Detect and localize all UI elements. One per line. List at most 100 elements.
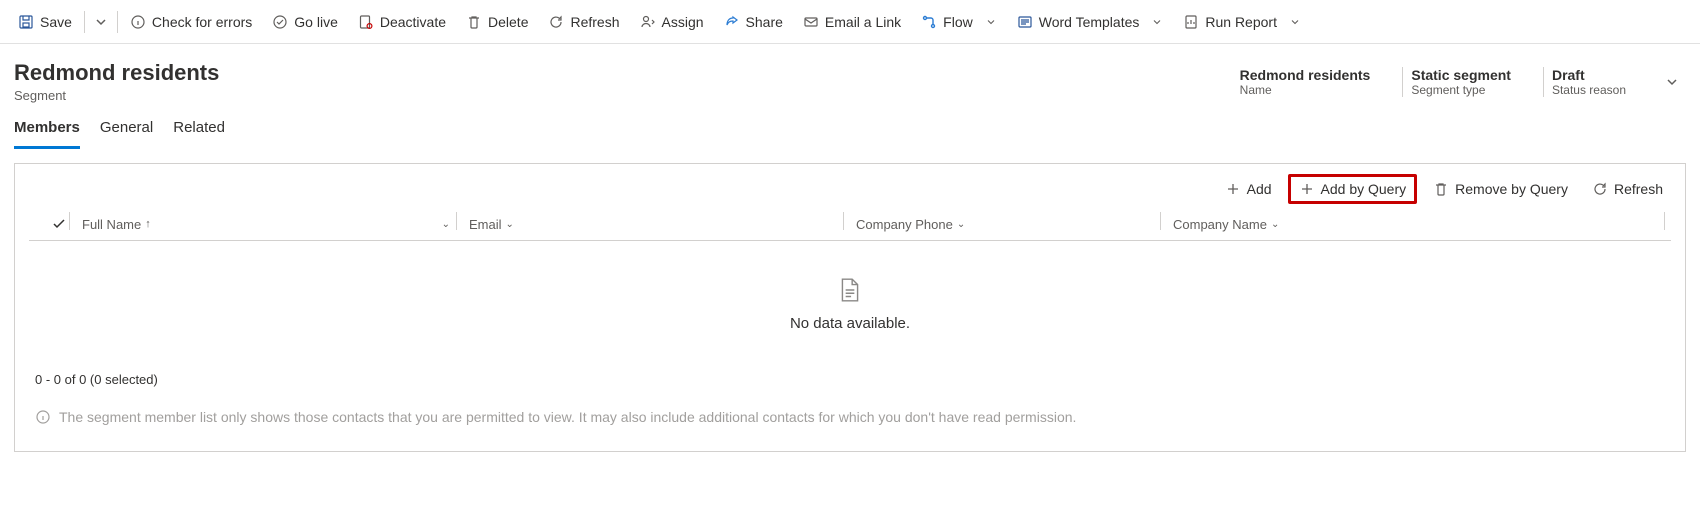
- chevron-down-icon: ⌄: [1271, 219, 1279, 230]
- refresh-button[interactable]: Refresh: [538, 4, 629, 40]
- column-full-name-label: Full Name: [82, 217, 141, 232]
- checkmark-icon: [51, 216, 67, 232]
- empty-text: No data available.: [790, 315, 910, 332]
- plus-icon: [1299, 181, 1315, 197]
- refresh-subgrid-button[interactable]: Refresh: [1584, 176, 1671, 202]
- add-by-query-label: Add by Query: [1321, 181, 1407, 197]
- chevron-down-icon: ⌄: [442, 219, 450, 230]
- flow-icon: [921, 14, 937, 30]
- deactivate-label: Deactivate: [380, 14, 446, 30]
- header-field-status-reason-value: Draft: [1552, 67, 1626, 83]
- delete-label: Delete: [488, 14, 528, 30]
- save-icon: [18, 14, 34, 30]
- flow-label: Flow: [943, 14, 973, 30]
- column-separator: [456, 212, 457, 230]
- word-templates-button[interactable]: Word Templates: [1007, 4, 1174, 40]
- info-icon: [35, 409, 51, 425]
- header-field-segment-type-label: Segment type: [1411, 83, 1511, 97]
- document-icon: [839, 277, 861, 303]
- refresh-label: Refresh: [570, 14, 619, 30]
- sort-ascending-icon: ↑: [145, 218, 151, 230]
- header-field-segment-type: Static segment Segment type: [1402, 67, 1525, 97]
- run-report-button[interactable]: Run Report: [1173, 4, 1311, 40]
- chevron-down-icon: [985, 16, 997, 28]
- info-icon: [130, 14, 146, 30]
- subgrid-toolbar: Add Add by Query Remove by Query Refresh: [15, 164, 1685, 212]
- column-separator: [69, 212, 70, 230]
- grid-info-note: The segment member list only shows those…: [15, 395, 1685, 451]
- go-live-button[interactable]: Go live: [262, 4, 348, 40]
- column-company-name-label: Company Name: [1173, 217, 1267, 232]
- check-errors-label: Check for errors: [152, 14, 252, 30]
- report-icon: [1183, 14, 1199, 30]
- separator: [117, 11, 118, 33]
- select-all-column[interactable]: [29, 212, 69, 236]
- refresh-subgrid-label: Refresh: [1614, 181, 1663, 197]
- chevron-down-icon: [1664, 74, 1680, 90]
- share-icon: [724, 14, 740, 30]
- deactivate-button[interactable]: Deactivate: [348, 4, 456, 40]
- assign-label: Assign: [662, 14, 704, 30]
- header-expand-chevron[interactable]: [1658, 68, 1686, 96]
- header-field-name-label: Name: [1240, 83, 1371, 97]
- assign-button[interactable]: Assign: [630, 4, 714, 40]
- go-live-label: Go live: [294, 14, 338, 30]
- word-icon: [1017, 14, 1033, 30]
- separator: [84, 11, 85, 33]
- refresh-icon: [548, 14, 564, 30]
- trash-icon: [466, 14, 482, 30]
- share-button[interactable]: Share: [714, 4, 793, 40]
- grid-header-row: Full Name ↑ ⌄ Email ⌄ Company Phone ⌄ Co…: [29, 212, 1671, 241]
- run-report-label: Run Report: [1205, 14, 1277, 30]
- check-circle-icon: [272, 14, 288, 30]
- deactivate-icon: [358, 14, 374, 30]
- tab-general[interactable]: General: [100, 111, 153, 149]
- remove-by-query-button[interactable]: Remove by Query: [1425, 176, 1576, 202]
- add-by-query-button[interactable]: Add by Query: [1288, 174, 1418, 204]
- header-field-status-reason-label: Status reason: [1552, 83, 1626, 97]
- remove-by-query-label: Remove by Query: [1455, 181, 1568, 197]
- column-full-name[interactable]: Full Name ↑ ⌄: [76, 212, 456, 236]
- header-field-name: Redmond residents Name: [1232, 67, 1385, 97]
- chevron-down-icon: [1289, 16, 1301, 28]
- save-split-chevron[interactable]: [87, 4, 115, 40]
- form-tabs: Members General Related: [0, 111, 1700, 149]
- tab-related[interactable]: Related: [173, 111, 225, 149]
- add-button[interactable]: Add: [1217, 176, 1280, 202]
- chevron-down-icon: [93, 14, 109, 30]
- save-label: Save: [40, 14, 72, 30]
- email-icon: [803, 14, 819, 30]
- grid-footer: 0 - 0 of 0 (0 selected): [15, 350, 1685, 395]
- column-company-phone[interactable]: Company Phone ⌄: [850, 212, 1160, 236]
- email-link-button[interactable]: Email a Link: [793, 4, 911, 40]
- column-separator: [1160, 212, 1161, 230]
- word-templates-label: Word Templates: [1039, 14, 1140, 30]
- members-grid: Add Add by Query Remove by Query Refresh…: [14, 163, 1686, 452]
- save-button[interactable]: Save: [8, 4, 82, 40]
- column-email-label: Email: [469, 217, 502, 232]
- header-field-status-reason: Draft Status reason: [1543, 67, 1640, 97]
- column-email[interactable]: Email ⌄: [463, 212, 843, 236]
- column-company-name[interactable]: Company Name ⌄: [1167, 212, 1664, 236]
- refresh-icon: [1592, 181, 1608, 197]
- chevron-down-icon: ⌄: [506, 219, 514, 230]
- header-field-segment-type-value: Static segment: [1411, 67, 1511, 83]
- chevron-down-icon: [1151, 16, 1163, 28]
- grid-info-text: The segment member list only shows those…: [59, 409, 1076, 425]
- share-label: Share: [746, 14, 783, 30]
- plus-icon: [1225, 181, 1241, 197]
- delete-button[interactable]: Delete: [456, 4, 538, 40]
- record-header: Redmond residents Segment Redmond reside…: [0, 44, 1700, 111]
- empty-state: No data available.: [15, 241, 1685, 350]
- column-company-phone-label: Company Phone: [856, 217, 953, 232]
- column-separator: [843, 212, 844, 230]
- assign-icon: [640, 14, 656, 30]
- check-errors-button[interactable]: Check for errors: [120, 4, 262, 40]
- add-label: Add: [1247, 181, 1272, 197]
- page-title: Redmond residents: [14, 60, 219, 86]
- column-separator: [1664, 212, 1665, 230]
- flow-button[interactable]: Flow: [911, 4, 1007, 40]
- tab-members[interactable]: Members: [14, 111, 80, 149]
- email-link-label: Email a Link: [825, 14, 901, 30]
- entity-label: Segment: [14, 88, 219, 103]
